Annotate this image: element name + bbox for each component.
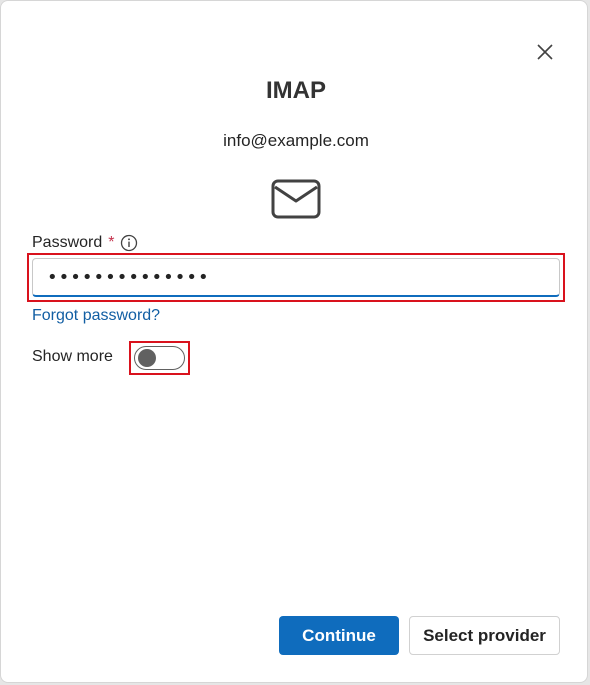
- info-icon[interactable]: [120, 234, 138, 252]
- account-email: info@example.com: [223, 131, 369, 150]
- show-more-toggle[interactable]: [134, 346, 185, 370]
- show-more-label: Show more: [32, 348, 113, 365]
- select-provider-button[interactable]: Select provider: [409, 616, 560, 655]
- password-label: Password: [32, 234, 103, 251]
- close-icon: [537, 44, 553, 60]
- forgot-password-link[interactable]: Forgot password?: [32, 307, 160, 325]
- continue-button[interactable]: Continue: [279, 616, 399, 655]
- password-label-row: Password *: [32, 232, 138, 254]
- close-button[interactable]: [531, 38, 559, 66]
- imap-dialog: IMAP info@example.com Password * Forgot …: [0, 0, 588, 683]
- dialog-title: IMAP: [266, 77, 326, 104]
- mail-icon: [271, 179, 321, 219]
- required-marker: *: [108, 234, 115, 251]
- toggle-knob: [138, 349, 156, 367]
- password-input[interactable]: [32, 258, 560, 297]
